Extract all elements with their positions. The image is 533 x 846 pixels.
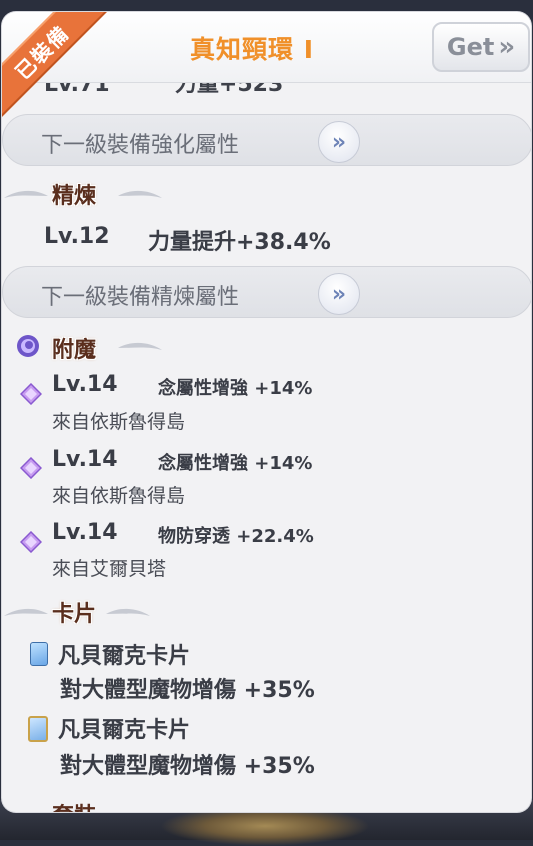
card-name: 凡貝爾克卡片 <box>58 718 191 743</box>
get-button-label: Get <box>446 33 495 61</box>
enchant-name: 念屬性增強 +14% <box>158 378 313 399</box>
wing-right-decoration <box>118 188 162 202</box>
next-strengthen-label: 下一級裝備強化屬性 <box>41 133 240 158</box>
background-decoration <box>160 806 370 846</box>
enchant-section-icon <box>16 334 40 358</box>
set-section-title: 套裝 <box>52 804 96 812</box>
refine-stat: 力量提升+38.4% <box>148 230 331 255</box>
wing-right-decoration <box>106 606 150 620</box>
next-refine-label: 下一級裝備精煉屬性 <box>41 285 240 310</box>
card-icon <box>28 716 48 742</box>
enchant-source: 來自依斯魯得島 <box>52 485 186 507</box>
set-section-title-partial: 套裝 <box>52 798 172 812</box>
enchant-name: 物防穿透 +22.4% <box>158 526 314 547</box>
wing-right-decoration <box>118 340 162 354</box>
refine-level: Lv.12 <box>44 224 110 249</box>
enchant-gem-icon <box>19 456 43 480</box>
enchant-level: Lv.14 <box>52 520 118 545</box>
double-chevron-right-icon: » <box>498 32 516 62</box>
enchant-source: 來自艾爾貝塔 <box>52 558 167 580</box>
enchant-name: 念屬性增強 +14% <box>158 453 313 474</box>
expand-chevron-icon[interactable]: » <box>318 121 360 163</box>
expand-chevron-icon[interactable]: » <box>318 273 360 315</box>
next-strengthen-attributes-toggle[interactable]: 下一級裝備強化屬性 » <box>2 114 531 166</box>
wing-left-decoration <box>4 188 48 202</box>
equipment-detail-panel: 真知頸環 Ⅰ Get » 已裝備 Lv.71 力量+523 下一級裝備強化屬性 … <box>2 12 531 812</box>
wing-left-decoration <box>4 606 48 620</box>
strengthen-stat: 力量+523 <box>174 82 284 97</box>
strengthen-level: Lv.71 <box>44 82 110 97</box>
card-name: 凡貝爾克卡片 <box>58 644 191 669</box>
card-effect: 對大體型魔物增傷 +35% <box>60 754 315 779</box>
enchant-section-title: 附魔 <box>52 338 97 363</box>
cards-section-title: 卡片 <box>52 602 97 627</box>
get-button[interactable]: Get » <box>432 22 530 72</box>
item-title: 真知頸環 Ⅰ <box>190 35 315 64</box>
enchant-level: Lv.14 <box>52 447 118 472</box>
enchant-level: Lv.14 <box>52 372 118 397</box>
refine-section-title: 精煉 <box>52 184 97 209</box>
enchant-gem-icon <box>19 530 43 554</box>
card-icon <box>30 642 48 666</box>
next-refine-attributes-toggle[interactable]: 下一級裝備精煉屬性 » <box>2 266 531 318</box>
enchant-gem-icon <box>19 382 43 406</box>
enchant-source: 來自依斯魯得島 <box>52 411 186 433</box>
strengthen-stat-row-partial: Lv.71 力量+523 <box>44 82 444 100</box>
card-effect: 對大體型魔物增傷 +35% <box>60 678 315 703</box>
